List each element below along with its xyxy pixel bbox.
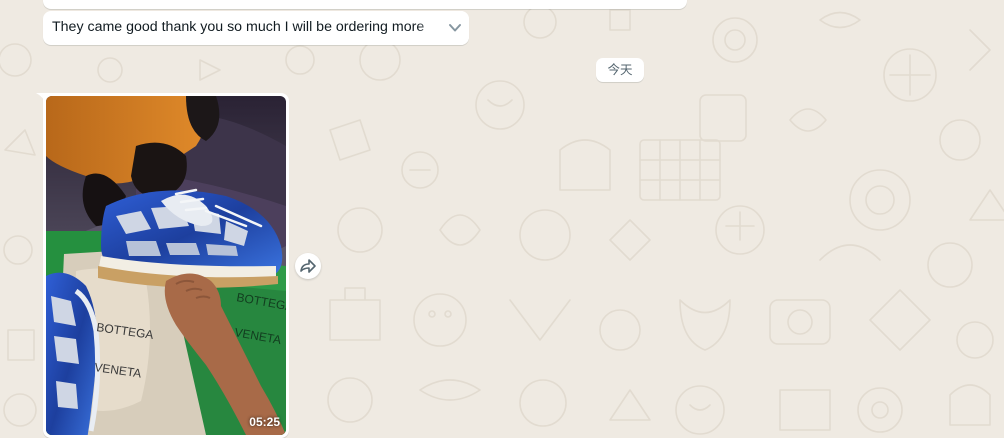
shoe-photo[interactable]: BOTTEGA BOTTEGA VENETA VENETA 05:25 — [46, 96, 286, 435]
date-separator: 今天 — [596, 58, 644, 82]
media-time: 05:25 — [249, 415, 280, 429]
message-text: They came good thank you so much I will … — [52, 19, 425, 35]
chevron-down-icon[interactable] — [447, 21, 463, 35]
media-message-bubble[interactable]: BOTTEGA BOTTEGA VENETA VENETA 05:25 — [43, 93, 289, 438]
photo-image: BOTTEGA BOTTEGA VENETA VENETA — [46, 96, 286, 435]
previous-message-bubble — [43, 0, 687, 9]
forward-button[interactable] — [295, 253, 321, 279]
forward-icon — [300, 259, 316, 273]
incoming-message-bubble[interactable]: They came good thank you so much I will … — [43, 11, 469, 45]
